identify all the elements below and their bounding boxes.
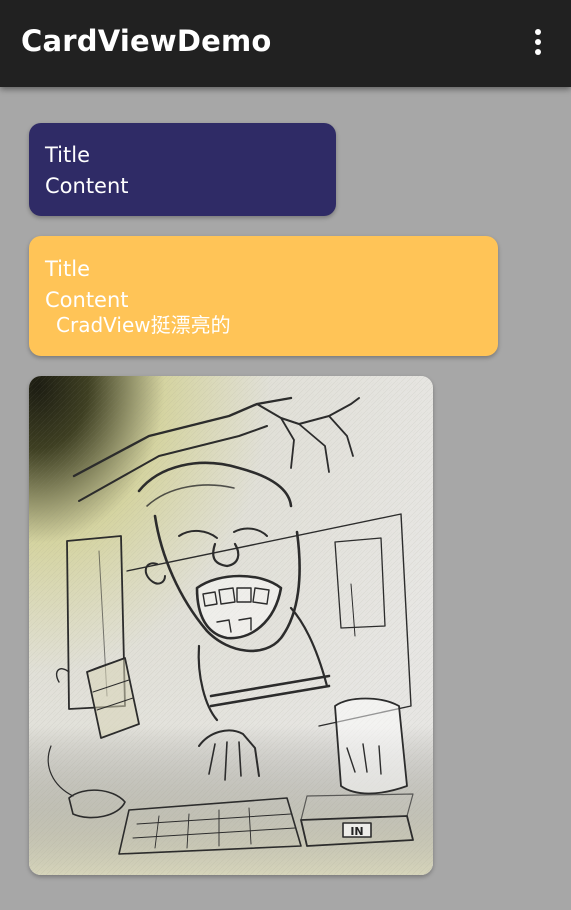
more-options-button[interactable]	[520, 18, 556, 66]
more-vert-icon	[535, 29, 541, 35]
card-image[interactable]: IN	[29, 376, 433, 875]
app-bar: CardViewDemo	[0, 0, 571, 87]
card-body: Title Content	[45, 254, 129, 316]
more-vert-icon-dot	[535, 49, 541, 55]
card-dark[interactable]: Title Content	[29, 123, 336, 216]
card-title: Title	[45, 143, 91, 167]
sign-text: IN	[350, 825, 363, 838]
app-title: CardViewDemo	[21, 24, 272, 58]
card-title: Title	[45, 257, 91, 281]
card-content: Content	[45, 174, 129, 198]
sketch-illustration: IN	[29, 376, 433, 875]
more-vert-icon-dot	[535, 39, 541, 45]
card-body: Title Content	[45, 140, 129, 202]
card-yellow[interactable]: Title Content CradView挺漂亮的	[29, 236, 498, 356]
card-extra-text: CradView挺漂亮的	[56, 313, 231, 337]
